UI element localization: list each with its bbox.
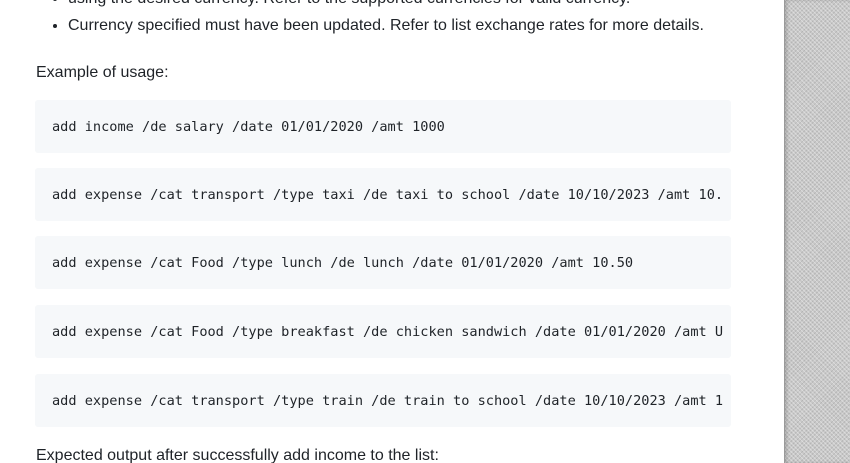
code-block[interactable]: add expense /cat transport /type train /… [35, 374, 731, 427]
code-text: add expense /cat Food /type lunch /de lu… [52, 254, 634, 271]
code-block[interactable]: add expense /cat Food /type lunch /de lu… [35, 236, 731, 289]
code-text: add expense /cat transport /type train /… [52, 392, 724, 409]
requirements-list: using the desired currency. Refer to the… [36, 0, 784, 40]
page: using the desired currency. Refer to the… [0, 0, 850, 463]
code-block[interactable]: add income /de salary /date 01/01/2020 /… [35, 100, 731, 153]
side-panel-background [784, 0, 850, 463]
list-item: Currency specified must have been update… [68, 13, 784, 38]
code-text: add expense /cat Food /type breakfast /d… [52, 323, 724, 340]
code-block[interactable]: add expense /cat transport /type taxi /d… [35, 168, 731, 221]
code-block[interactable]: add expense /cat Food /type breakfast /d… [35, 305, 731, 358]
expected-output-heading: Expected output after successfully add i… [36, 447, 439, 463]
list-item: using the desired currency. Refer to the… [68, 0, 784, 11]
code-text: add income /de salary /date 01/01/2020 /… [52, 118, 445, 135]
example-heading: Example of usage: [36, 64, 169, 81]
document-content: using the desired currency. Refer to the… [0, 0, 784, 463]
code-text: add expense /cat transport /type taxi /d… [52, 186, 724, 203]
